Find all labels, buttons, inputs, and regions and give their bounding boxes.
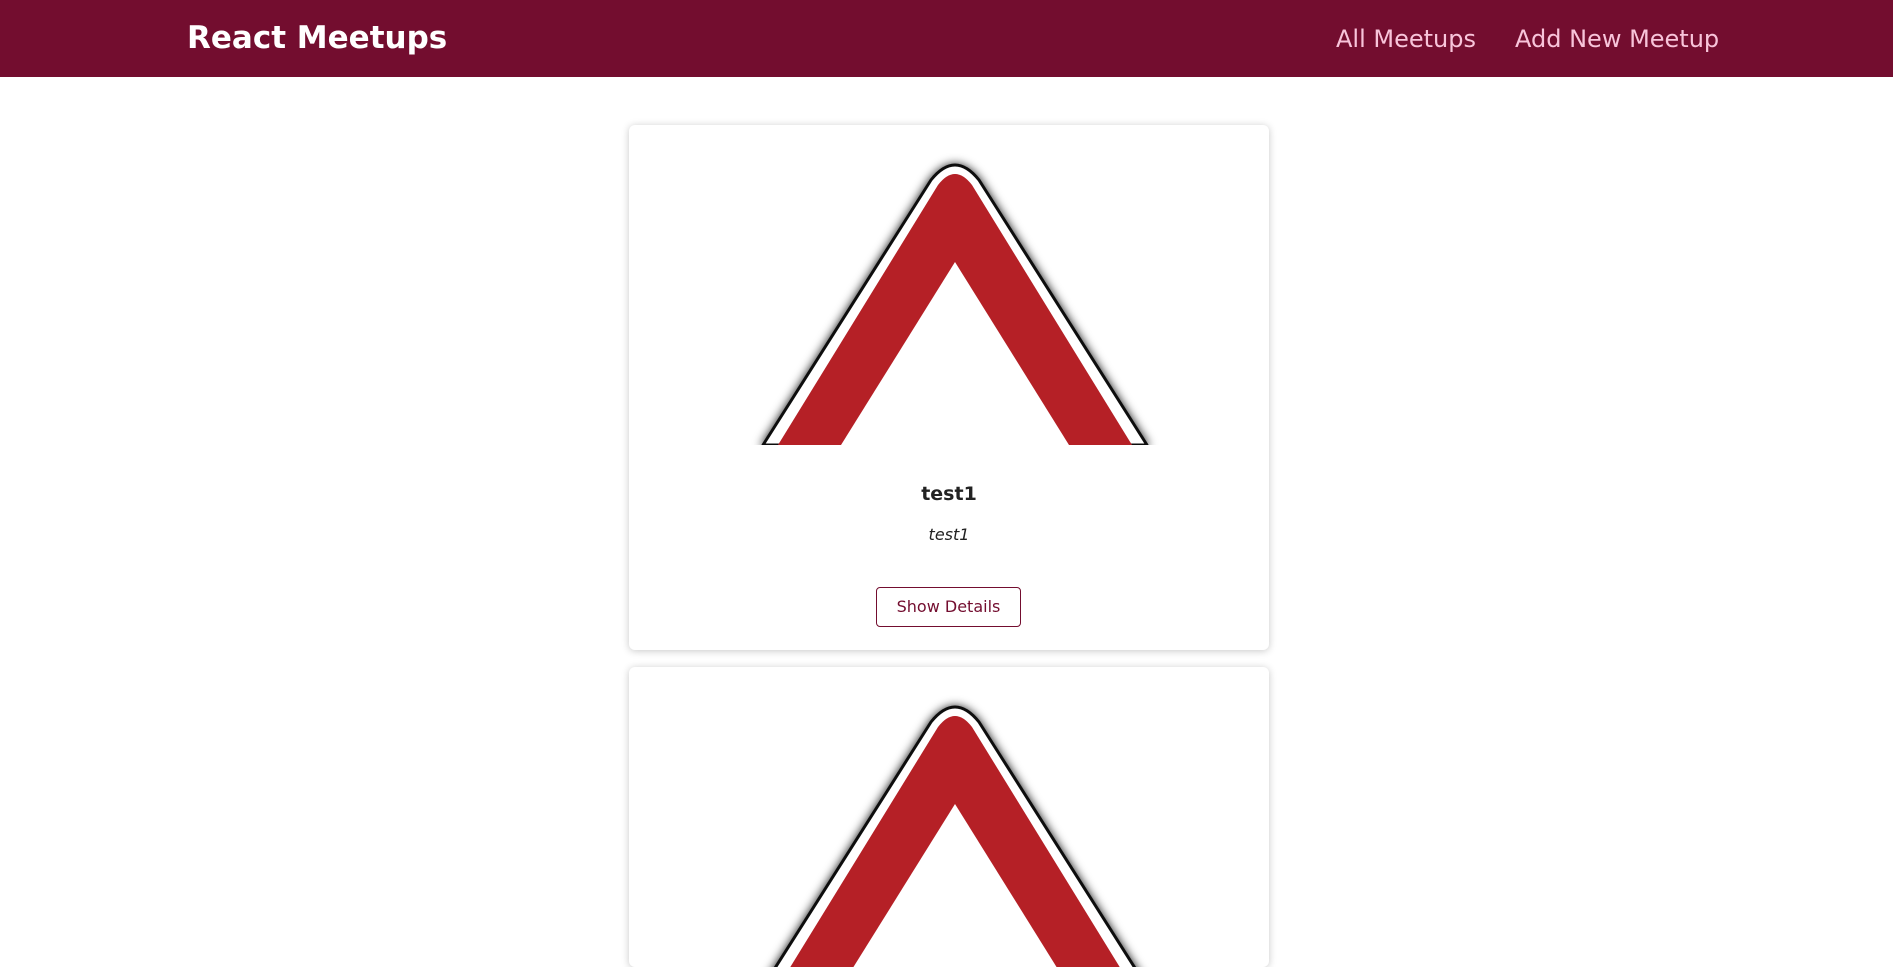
show-details-button[interactable]: Show Details — [876, 587, 1021, 627]
meetup-card — [629, 667, 1269, 967]
meetup-image — [629, 125, 1269, 445]
main-header: React Meetups All Meetups Add New Meetup — [0, 0, 1893, 77]
nav-link-all-meetups[interactable]: All Meetups — [1336, 21, 1476, 57]
warning-triangle-sign-icon — [773, 705, 1137, 967]
meetup-card: test1 test1 Show Details — [629, 125, 1269, 650]
meetup-image — [629, 667, 1269, 967]
warning-triangle-sign-icon — [761, 163, 1149, 445]
app-logo[interactable]: React Meetups — [187, 18, 447, 58]
nav-link-add-new-meetup[interactable]: Add New Meetup — [1515, 21, 1719, 57]
meetup-title: test1 — [921, 483, 977, 505]
meetup-address: test1 — [928, 525, 970, 544]
